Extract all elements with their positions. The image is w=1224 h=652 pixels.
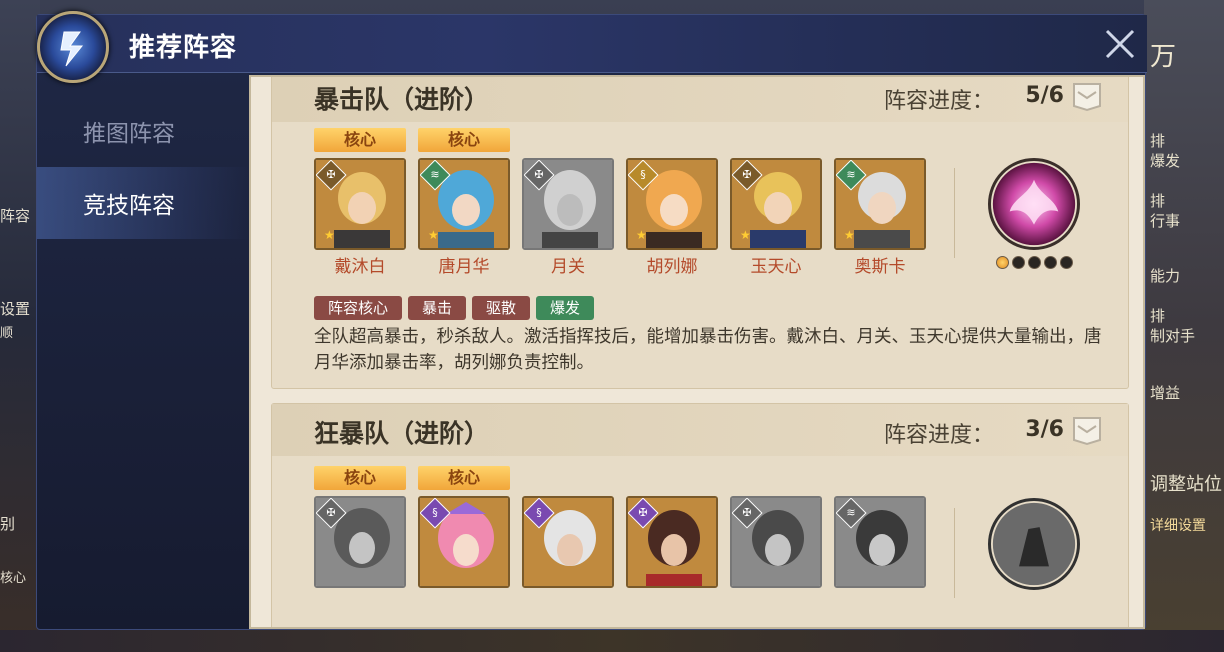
tab-campaign-lineup[interactable]: 推图阵容: [37, 95, 249, 167]
core-tag: 核心: [418, 466, 510, 490]
bg-text: 核心: [0, 571, 27, 586]
bg-text: 阵容: [0, 207, 31, 225]
progress-label: 阵容进度：: [883, 423, 994, 448]
skill-pip: [1044, 256, 1057, 269]
tag-burst: 爆发: [536, 296, 595, 320]
hero-portrait: ✠: [522, 158, 614, 250]
hero-slot[interactable]: 核心 ≋ ★ 唐月华: [418, 128, 510, 278]
bg-text: 万: [1150, 42, 1177, 72]
bg-text: 排: [1150, 307, 1166, 325]
lineup-card: 狂暴队（进阶） 阵容进度： 3/6 核心 ✠ 核心 § § ✠ ✠ ≋: [271, 403, 1129, 627]
bg-text: 能力: [1150, 267, 1181, 285]
core-tag: 核心: [314, 128, 406, 152]
lineup-card: 暴击队（进阶） 阵容进度： 5/6 核心 ✠ ★ 戴沐白 核心 ≋ ★ 唐月华 …: [271, 77, 1129, 389]
bottom-hero-strip: [0, 630, 1224, 652]
lineup-tags: 阵容核心 暴击 驱散 爆发: [314, 296, 595, 320]
bg-text: 排: [1150, 132, 1166, 150]
hero-slot[interactable]: ✠ 月关: [522, 128, 614, 278]
hero-slot[interactable]: ≋: [834, 466, 926, 616]
lineup-title: 暴击队（进阶）: [314, 85, 490, 114]
hero-slot[interactable]: ✠: [626, 466, 718, 616]
core-tag: 核心: [418, 128, 510, 152]
hero-portrait: ≋: [834, 496, 926, 588]
commander-skill-icon[interactable]: [988, 158, 1080, 250]
progress-chest-icon: [1073, 417, 1101, 446]
modal-title: 推荐阵容: [129, 33, 238, 63]
hero-portrait: ✠: [314, 496, 406, 588]
hero-portrait: ≋ ★: [418, 158, 510, 250]
skill-pip: [1060, 256, 1073, 269]
hero-portrait: § ★: [626, 158, 718, 250]
progress-label: 阵容进度：: [883, 89, 994, 114]
divider: [954, 168, 955, 258]
skill-level-pips: [996, 256, 1073, 269]
star-icon: ★: [428, 228, 439, 242]
tab-arena-lineup[interactable]: 竞技阵容: [37, 167, 249, 239]
hero-slot[interactable]: ✠ ★ 玉天心: [730, 128, 822, 278]
lineup-list[interactable]: 暴击队（进阶） 阵容进度： 5/6 核心 ✠ ★ 戴沐白 核心 ≋ ★ 唐月华 …: [249, 75, 1145, 629]
bg-text: 行事: [1150, 212, 1181, 230]
lineup-card-header: 暴击队（进阶） 阵容进度： 5/6: [272, 77, 1128, 122]
hero-name: 戴沐白: [334, 257, 386, 277]
skill-pip: [996, 256, 1009, 269]
detail-settings-button[interactable]: 详细设置: [1146, 515, 1224, 535]
hero-slot[interactable]: 核心 ✠ ★ 戴沐白: [314, 128, 406, 278]
hero-slot[interactable]: § ★ 胡列娜: [626, 128, 718, 278]
hero-portrait: ✠: [730, 496, 822, 588]
hero-name: 唐月华: [438, 257, 490, 277]
side-menu: 推图阵容 竞技阵容: [37, 95, 249, 239]
hero-slot[interactable]: ✠: [730, 466, 822, 616]
progress-value: 3/6: [1025, 417, 1064, 442]
bg-text: 设置: [0, 300, 31, 318]
bg-text: 爆发: [1150, 152, 1181, 170]
hero-portrait: ≋ ★: [834, 158, 926, 250]
hero-portrait: §: [522, 496, 614, 588]
close-icon[interactable]: [1103, 27, 1137, 61]
lineup-card-header: 狂暴队（进阶） 阵容进度： 3/6: [272, 404, 1128, 456]
tag-lineup-core: 阵容核心: [314, 296, 403, 320]
hero-slot[interactable]: 核心 §: [418, 466, 510, 616]
hero-name: 胡列娜: [646, 257, 698, 277]
bg-text: 制对手: [1150, 327, 1196, 345]
core-tag: 核心: [314, 466, 406, 490]
lineup-description: 全队超高暴击，秒杀敌人。激活指挥技后，能增加暴击伤害。戴沐白、月关、玉天心提供大…: [314, 327, 1102, 373]
progress-value: 5/6: [1025, 83, 1064, 108]
hero-name: 奥斯卡: [854, 257, 906, 277]
hero-slot[interactable]: 核心 ✠: [314, 466, 406, 616]
hero-portrait: ✠: [626, 496, 718, 588]
commander-skill-icon[interactable]: [988, 498, 1080, 590]
star-icon: ★: [636, 228, 647, 242]
lineup-title: 狂暴队（进阶）: [314, 419, 490, 448]
recommended-lineup-modal: 推荐阵容 推图阵容 竞技阵容 暴击队（进阶） 阵容进度： 5/6 核心 ✠ ★ …: [36, 11, 1147, 630]
hero-name: 月关: [551, 257, 585, 277]
tag-dispel: 驱散: [472, 296, 531, 320]
bg-text: 增益: [1150, 384, 1181, 402]
hero-name: 玉天心: [750, 257, 802, 277]
bg-text: 排: [1150, 192, 1166, 210]
lineup-emblem-icon: [37, 11, 109, 83]
divider: [954, 508, 955, 598]
bg-text: 别: [0, 515, 16, 533]
skill-pip: [1028, 256, 1041, 269]
modal-header: 推荐阵容: [37, 11, 1147, 83]
skill-pip: [1012, 256, 1025, 269]
tag-crit: 暴击: [408, 296, 467, 320]
hero-slot[interactable]: ≋ ★ 奥斯卡: [834, 128, 926, 278]
hero-portrait: ✠ ★: [730, 158, 822, 250]
star-icon: ★: [844, 228, 855, 242]
progress-chest-icon: [1073, 83, 1101, 112]
hero-portrait: ✠ ★: [314, 158, 406, 250]
hero-slot[interactable]: §: [522, 466, 614, 616]
star-icon: ★: [324, 228, 335, 242]
bg-text: 顺: [0, 326, 14, 341]
star-icon: ★: [740, 228, 751, 242]
hero-portrait: §: [418, 496, 510, 588]
adjust-position-button[interactable]: 调整站位: [1146, 470, 1224, 496]
